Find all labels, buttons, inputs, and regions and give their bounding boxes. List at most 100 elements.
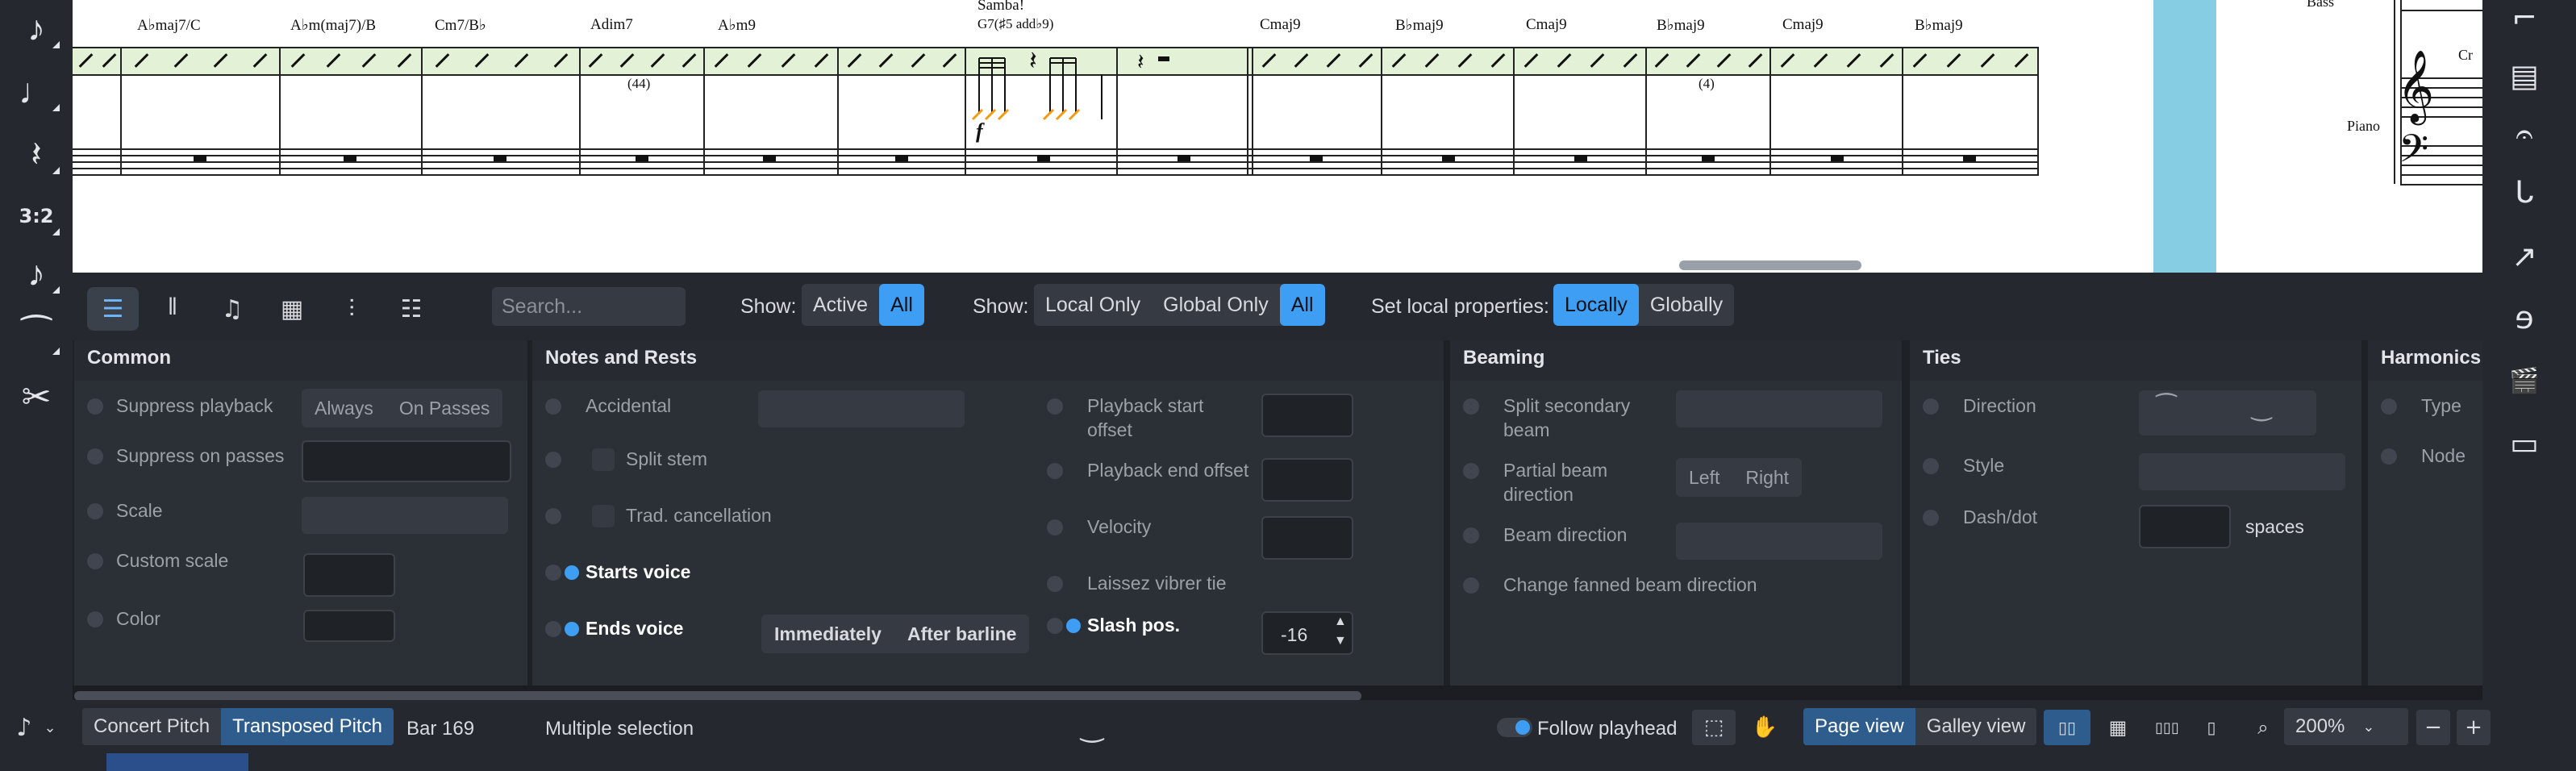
grid-pages-icon[interactable]: ▦ [2100,710,2136,745]
guitar-icon[interactable]: ♫ [206,287,258,331]
property-toggle[interactable] [1463,463,1479,479]
always-button[interactable]: Always [302,389,386,427]
chord-symbol[interactable]: Cm7/B♭ [435,16,486,35]
property-toggle[interactable] [1463,577,1479,594]
chevron-down-icon[interactable]: ⌄ [39,710,61,745]
split-secondary-beam-dropdown[interactable] [1676,390,1882,427]
chord-symbol[interactable]: A♭m(maj7)/B [290,16,376,35]
slash-pos-toggle[interactable] [1047,618,1081,634]
grid-icon[interactable]: ▦ [266,287,318,331]
property-toggle[interactable] [87,611,103,627]
score-canvas[interactable]: A♭maj7/C A♭m(maj7)/B Cm7/B♭ Adim7 A♭m9 S… [73,0,2482,273]
property-toggle[interactable] [1047,398,1063,415]
color-swatch[interactable] [303,610,395,642]
custom-scale-field[interactable] [303,553,395,597]
left-button[interactable]: Left [1676,458,1732,497]
outline-list-icon[interactable]: ☷ [386,287,437,331]
ear-icon[interactable]: ɘ [2499,292,2550,344]
rhythm-notation[interactable]: 𝄽 𝄽 [965,45,1231,134]
globally-button[interactable]: Globally [1639,284,1734,326]
comment-icon[interactable]: ▭ [2499,418,2550,469]
chord-symbol[interactable]: Cmaj9 [1782,16,1824,34]
chord-symbol[interactable]: Cmaj9 [1526,16,1567,34]
chord-symbol[interactable]: Adim7 [590,16,633,34]
property-toggle[interactable] [1923,458,1939,474]
zoom-dropdown[interactable]: 200% ⌄ [2284,708,2408,745]
global-only-button[interactable]: Global Only [1152,284,1280,326]
property-toggle[interactable] [545,508,561,524]
split-stem-checkbox[interactable] [592,448,615,471]
property-toggle[interactable] [1463,398,1479,415]
local-only-button[interactable]: Local Only [1034,284,1152,326]
chevron-up-icon[interactable]: ▲ [1334,615,1347,629]
quarter-rest-icon[interactable]: 𝄽 [10,129,63,181]
scope-all-button[interactable]: All [1279,284,1325,326]
spread-view-icon[interactable]: ▯▯ [2044,710,2090,745]
page-view-button[interactable]: Page view [1803,708,1915,745]
scale-field[interactable] [302,497,508,534]
show-active-button[interactable]: Active [802,284,879,326]
zoom-in-icon[interactable]: + [2457,710,2491,745]
property-toggle[interactable] [545,452,561,468]
velocity-field[interactable] [1261,516,1353,560]
tie-down-icon[interactable]: ‿ [2252,394,2271,422]
score-horizontal-scrollbar[interactable] [1679,260,1861,270]
suppress-on-passes-field[interactable] [302,440,511,482]
properties-search-input[interactable] [492,287,686,326]
accidental-dropdown[interactable] [758,390,965,427]
immediately-button[interactable]: Immediately [761,615,894,653]
zoom-out-icon[interactable]: − [2416,710,2450,745]
follow-playhead-toggle[interactable] [1497,718,1532,737]
property-toggle[interactable] [1923,398,1939,415]
playback-start-offset-field[interactable] [1261,394,1353,437]
playback-end-offset-field[interactable] [1261,458,1353,502]
property-toggle[interactable] [1047,463,1063,479]
tuplet-icon[interactable]: 3:2 [10,190,63,242]
tie-up-icon[interactable]: ⁀ [2157,394,2176,422]
page-layout-icon[interactable]: ▤ [2499,50,2550,102]
list-view-icon[interactable]: ☰ [87,287,139,331]
chord-symbol[interactable]: A♭maj7/C [137,16,201,35]
instrument-name[interactable]: Bass [2307,0,2334,10]
galley-view-button[interactable]: Galley view [1915,708,2037,745]
transposed-pitch-button[interactable]: Transposed Pitch [221,708,394,745]
beam-direction-dropdown[interactable] [1676,523,1882,560]
vertical-pages-icon[interactable]: ▯ [2197,710,2226,745]
tie-icon[interactable]: ⁀ [10,310,63,361]
dotted-quarter-note-icon[interactable]: ♩ [10,66,63,118]
trad-cancellation-checkbox[interactable] [592,505,615,527]
dash-dot-field[interactable] [2139,505,2231,548]
chord-symbol[interactable]: B♭maj9 [1657,16,1705,35]
chord-symbol[interactable]: Cmaj9 [1260,16,1301,34]
arrow-line-icon[interactable]: ↗ [2499,231,2550,282]
property-toggle[interactable] [1463,527,1479,544]
chord-symbol[interactable]: B♭maj9 [1915,16,1963,35]
chord-symbol[interactable]: G7(♯5 add♭9) [977,16,1053,32]
selection-tool-icon[interactable]: ⬚ [1692,710,1736,745]
instrument-name[interactable]: Piano [2347,118,2380,135]
fermata-icon[interactable]: 𝄐 [2499,108,2550,160]
video-icon[interactable]: 🎬 [2499,355,2550,406]
property-toggle[interactable] [1047,576,1063,592]
breath-mark-icon[interactable]: ᒐ [2499,166,2550,218]
eighth-note-icon[interactable]: ♪ [10,3,63,55]
right-button[interactable]: Right [1732,458,1802,497]
chord-symbol[interactable]: B♭maj9 [1395,16,1444,35]
chevron-down-icon[interactable]: ▼ [1334,634,1347,648]
chord-symbol[interactable]: A♭m9 [718,16,756,35]
line-start-icon[interactable]: ⌐ [2499,0,2550,44]
slash-pos-value[interactable]: -16 [1281,624,1307,646]
starts-voice-toggle[interactable] [545,565,579,581]
chevron-down-icon[interactable]: ‿ [1073,710,1111,745]
show-all-button[interactable]: All [879,284,924,326]
after-barline-button[interactable]: After barline [894,615,1029,653]
property-toggle[interactable] [1047,519,1063,536]
tie-style-dropdown[interactable] [2139,453,2345,490]
mixer-sliders-icon[interactable]: ⫶ [326,287,377,331]
scissors-icon[interactable]: ✂ [10,371,63,423]
property-toggle[interactable] [87,503,103,519]
note-input-icon[interactable]: ♪ [8,710,40,745]
property-toggle[interactable] [1923,510,1939,526]
horizontal-pages-icon[interactable]: ▯▯▯ [2147,710,2187,745]
property-toggle[interactable] [2381,448,2397,465]
